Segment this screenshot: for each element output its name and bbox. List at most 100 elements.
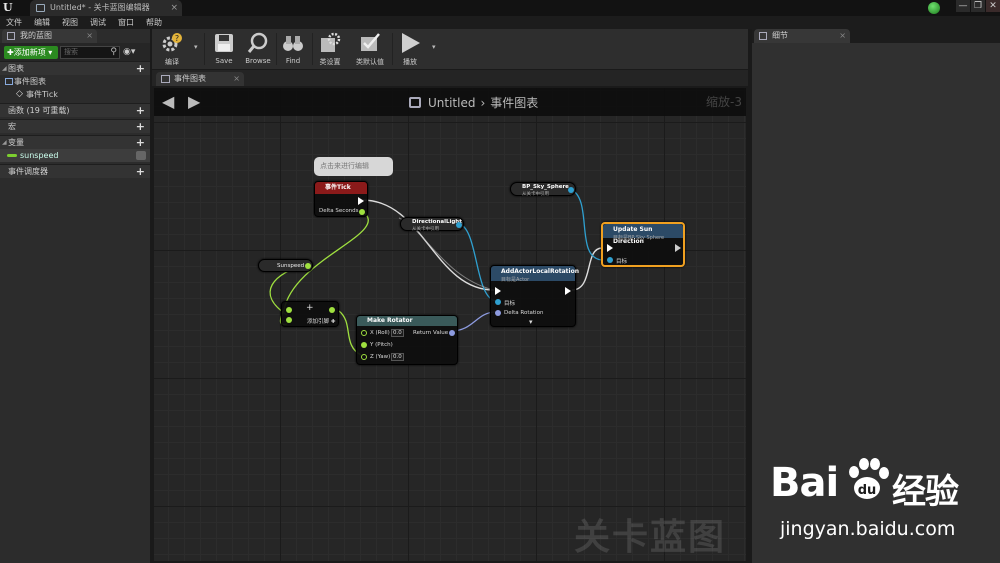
float-out-pin[interactable] xyxy=(329,307,335,313)
object-out-pin[interactable] xyxy=(568,187,574,193)
node-multiply[interactable]: + 添加引脚 ✚ xyxy=(281,301,339,327)
title-bar: U Untitled* - 关卡蓝图编辑器 × — ❐ ✕ xyxy=(0,0,1000,16)
node-sunspeed-getter[interactable]: Sunspeed xyxy=(258,259,313,272)
add-dispatcher-icon[interactable]: + xyxy=(136,165,145,178)
expand-triangle-icon: ◢ xyxy=(2,65,7,72)
section-macros[interactable]: 宏 + xyxy=(0,119,150,133)
exec-in-pin[interactable] xyxy=(607,244,613,252)
add-pin-button[interactable]: 添加引脚 ✚ xyxy=(307,317,335,325)
view-options-icon[interactable]: ◉▾ xyxy=(123,47,135,57)
menu-window[interactable]: 窗口 xyxy=(112,16,140,29)
find-label: Find xyxy=(285,57,301,65)
compile-options-icon[interactable]: ▾ xyxy=(194,43,198,51)
blueprint-icon xyxy=(7,32,15,40)
rotator-in-pin[interactable] xyxy=(495,310,501,316)
node-make-rotator[interactable]: Make Rotator X (Roll) 0.0 Y (Pitch) Z (Y… xyxy=(356,315,458,365)
node-directional-light[interactable]: DirectionalLight 从关卡中引用 xyxy=(400,217,464,232)
play-button[interactable]: 播放 xyxy=(392,32,428,68)
exec-in-pin[interactable] xyxy=(495,287,501,295)
node-bp-sky-sphere[interactable]: BP_Sky_Sphere 从关卡中引用 xyxy=(510,182,576,197)
event-graph-canvas[interactable]: ◀ ▶ Untitled › 事件图表 缩放-3 关卡蓝图 点击来进行编辑 事件… xyxy=(154,88,746,561)
find-button[interactable]: Find xyxy=(275,32,311,68)
z-yaw-value-field[interactable]: 0.0 xyxy=(391,353,404,361)
node-subtitle: 从关卡中引用 xyxy=(522,192,549,197)
section-functions[interactable]: 函数 (19 可重载) + xyxy=(0,103,150,117)
menu-file[interactable]: 文件 xyxy=(0,16,28,29)
float-in-pin-b[interactable] xyxy=(286,317,292,323)
search-icon: ⚲ xyxy=(110,47,117,57)
minimize-button[interactable]: — xyxy=(956,0,970,12)
expand-arrow-icon[interactable]: ▾ xyxy=(529,318,533,326)
target-in-pin[interactable] xyxy=(495,299,501,305)
details-tab[interactable]: 细节 × xyxy=(754,29,850,43)
compile-button[interactable]: ? 编译 xyxy=(154,32,190,68)
tree-item-label: 事件图表 xyxy=(14,77,46,86)
node-title: Make Rotator xyxy=(367,317,413,324)
rotator-out-pin[interactable] xyxy=(449,330,455,336)
tab-event-graph[interactable]: 事件图表 × xyxy=(156,72,244,86)
visibility-toggle-icon[interactable] xyxy=(136,151,146,160)
document-tab-label: Untitled* - 关卡蓝图编辑器 xyxy=(50,3,150,12)
object-out-pin[interactable] xyxy=(456,222,462,228)
tree-item-label: 事件Tick xyxy=(26,90,58,99)
menu-debug[interactable]: 调试 xyxy=(84,16,112,29)
save-button[interactable]: Save xyxy=(206,32,242,68)
exec-out-pin[interactable] xyxy=(358,197,364,205)
source-control-status-icon[interactable] xyxy=(928,2,940,14)
browse-button[interactable]: Browse xyxy=(240,32,276,68)
section-variables-label: 变量 xyxy=(8,138,24,147)
node-event-tick-header: 事件Tick xyxy=(315,182,367,194)
document-tab[interactable]: Untitled* - 关卡蓝图编辑器 × xyxy=(30,0,182,16)
pin-delta-rotation-label: Delta Rotation xyxy=(504,310,544,316)
variable-item-sunspeed[interactable]: sunspeed xyxy=(0,149,150,162)
menu-edit[interactable]: 编辑 xyxy=(28,16,56,29)
float-out-pin[interactable] xyxy=(359,209,365,215)
tree-item-event-graph[interactable]: 事件图表 xyxy=(0,75,150,88)
add-variable-icon[interactable]: + xyxy=(136,136,145,149)
y-pitch-in-pin[interactable] xyxy=(361,342,367,348)
maximize-button[interactable]: ❐ xyxy=(971,0,985,12)
menu-view[interactable]: 视图 xyxy=(56,16,84,29)
exec-wire-tick-to-rotation[interactable] xyxy=(361,199,495,291)
section-variables[interactable]: ◢ 变量 + xyxy=(0,135,150,149)
comment-bubble[interactable]: 点击来进行编辑 xyxy=(314,157,393,176)
add-function-icon[interactable]: + xyxy=(136,104,145,117)
section-event-dispatchers[interactable]: 事件调度器 + xyxy=(0,164,150,178)
pin-x-roll-label: X (Roll) xyxy=(370,330,390,336)
save-label: Save xyxy=(215,57,233,65)
node-update-sun-direction[interactable]: Update Sun Direction 目标是BP Sky Sphere 目标 xyxy=(601,222,685,267)
float-out-pin[interactable] xyxy=(305,263,311,269)
add-graph-icon[interactable]: + xyxy=(136,62,145,75)
section-graphs[interactable]: ◢ 图表 + xyxy=(0,61,150,75)
close-tab-button[interactable]: × xyxy=(170,0,178,16)
search-placeholder: 搜索 xyxy=(64,48,78,56)
x-roll-value-field[interactable]: 0.0 xyxy=(391,329,404,337)
close-icon[interactable]: × xyxy=(86,29,93,43)
exec-out-pin[interactable] xyxy=(675,244,681,252)
class-settings-icon xyxy=(321,32,341,52)
x-roll-in-pin[interactable] xyxy=(361,330,367,336)
tree-item-event-tick[interactable]: ◇ 事件Tick xyxy=(0,88,150,101)
node-title: BP_Sky_Sphere xyxy=(522,184,569,190)
class-settings-button[interactable]: 类设置 xyxy=(312,32,348,68)
exec-out-pin[interactable] xyxy=(565,287,571,295)
add-new-button[interactable]: ✚添加新项 ▾ xyxy=(4,46,58,59)
pin-target-label: 目标 xyxy=(504,301,516,307)
play-options-icon[interactable]: ▾ xyxy=(432,43,436,51)
add-macro-icon[interactable]: + xyxy=(136,120,145,133)
close-button[interactable]: ✕ xyxy=(986,0,1000,12)
menu-help[interactable]: 帮助 xyxy=(140,16,168,29)
my-blueprint-tab[interactable]: 我的蓝图 × xyxy=(2,29,97,43)
class-defaults-button[interactable]: 类默认值 xyxy=(352,32,388,68)
node-event-tick[interactable]: 事件Tick Delta Seconds xyxy=(314,181,368,217)
search-input[interactable]: 搜索 ⚲ xyxy=(60,46,120,59)
float-in-pin-a[interactable] xyxy=(286,307,292,313)
graph-icon xyxy=(5,78,13,85)
close-icon[interactable]: × xyxy=(233,72,240,86)
save-disk-icon xyxy=(215,34,233,52)
toolbar-divider xyxy=(204,33,205,65)
close-icon[interactable]: × xyxy=(839,29,846,43)
node-add-actor-local-rotation[interactable]: AddActorLocalRotation 目标是Actor 目标 Delta … xyxy=(490,265,579,327)
target-in-pin[interactable] xyxy=(607,257,613,263)
z-yaw-in-pin[interactable] xyxy=(361,354,367,360)
